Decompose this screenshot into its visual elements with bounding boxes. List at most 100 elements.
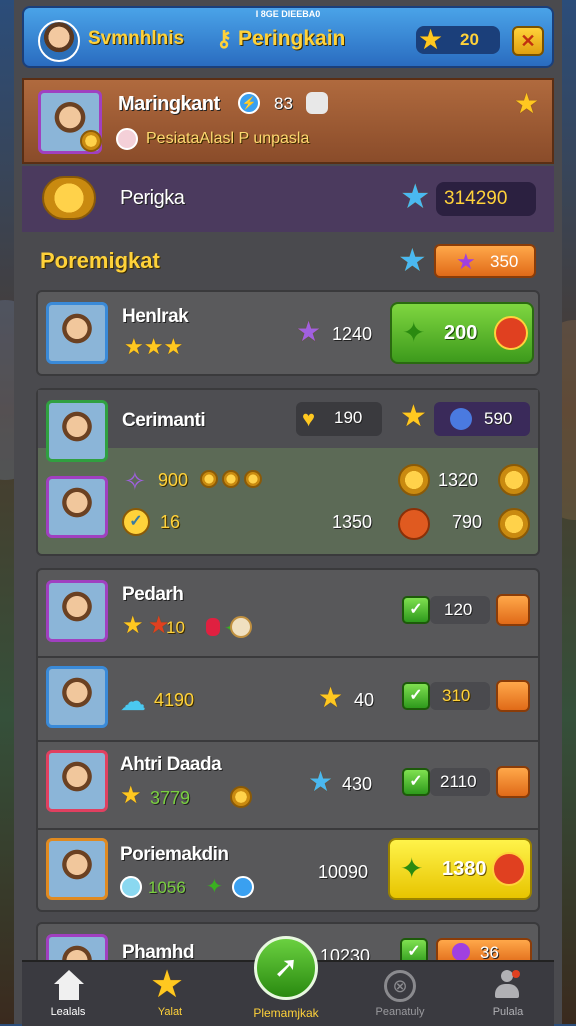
row-star-value: 40 — [354, 690, 375, 710]
coin-icon — [230, 786, 252, 808]
favorite-star-icon[interactable]: ★ — [514, 90, 539, 118]
summary-value-box: 314290 — [436, 182, 536, 216]
star-counter: ★ 20 — [416, 26, 500, 54]
sword-icon: ✧ — [124, 466, 146, 496]
gold-star-icon: ★ — [122, 612, 144, 639]
summary-star-icon: ★ — [400, 178, 431, 216]
check-icon: ✓ — [402, 596, 430, 624]
player-name: Svmnhlnis — [88, 28, 185, 49]
leaf-icon[interactable]: ➚ — [254, 936, 318, 1000]
row-name: Ahtri Daada — [120, 754, 222, 775]
row-value: 310 — [442, 686, 471, 705]
compass-icon — [230, 616, 252, 638]
profile-coin-icon — [80, 130, 102, 152]
sub-mid-value: 1350 — [332, 512, 373, 532]
heart-icon: ♥ — [302, 406, 316, 431]
compass-icon — [232, 876, 254, 898]
gold-star-icon: ★ — [318, 682, 344, 713]
row-portrait — [46, 400, 108, 462]
profile-icon[interactable] — [492, 970, 522, 1000]
row-value: 2110 — [440, 772, 477, 791]
row-value: 120 — [444, 600, 473, 619]
summary-creature-icon — [42, 176, 96, 220]
home-icon[interactable] — [52, 970, 86, 1000]
badge-icon[interactable]: ⊗ — [384, 970, 416, 1002]
row-portrait — [46, 302, 108, 364]
blue-star-icon: ★ — [308, 766, 334, 797]
claim-button-label: 200 — [444, 322, 478, 344]
list-item-expanded[interactable]: Cerimanti ♥ 190 ★ 590 ✧ 900 1320 ✓ 16 13… — [36, 388, 540, 556]
sub-left-value: 16 — [160, 512, 181, 532]
gold-star-icon: ★ — [120, 782, 142, 809]
cloud-icon: ☁ — [120, 686, 146, 716]
claim-button[interactable]: ✦ 200 — [390, 302, 534, 364]
diamond-icon: ⚡ — [238, 92, 260, 114]
gold-star-icon: ★ — [400, 400, 427, 433]
row-portrait — [46, 838, 108, 900]
row-left-value: 3779 — [150, 788, 191, 808]
sub-right-value: 1320 — [438, 470, 479, 490]
sub-portrait — [46, 476, 108, 538]
sub-left-value: 900 — [158, 470, 189, 490]
leaf-icon: ✦ — [400, 853, 424, 884]
shield-icon — [494, 316, 528, 350]
value-box: 120 — [430, 596, 490, 624]
gem-icon — [206, 618, 220, 636]
gem-icon — [452, 943, 470, 961]
section-value-box[interactable]: ★ 350 — [434, 244, 536, 278]
action-button[interactable] — [496, 766, 530, 798]
row-name: Henlrak — [122, 306, 189, 327]
claim-button-label: 1380 — [442, 858, 487, 880]
nav-label-badge[interactable]: Peanatuly — [350, 1006, 450, 1018]
key-icon: ⚷ — [216, 26, 233, 51]
star-icon[interactable]: ★ — [150, 966, 184, 1004]
bottle-icon — [120, 876, 142, 898]
nav-label-leaf[interactable]: Plemamjkak — [236, 1006, 336, 1020]
check-icon: ✓ — [402, 682, 430, 710]
list-item[interactable]: ☁ 4190 ★ 40 ✓ 310 — [36, 656, 540, 740]
purple-star-icon: ★ — [296, 316, 322, 347]
nav-label-profile[interactable]: Pulala — [458, 1006, 558, 1018]
list-item[interactable]: Pedarh ★ ★ 10 ✦ ✓ 120 — [36, 568, 540, 654]
action-button[interactable] — [496, 680, 530, 712]
summary-value: 314290 — [444, 188, 508, 209]
value-box: 2110 — [430, 768, 490, 796]
row-portrait — [46, 750, 108, 812]
row-inline-value: 10 — [166, 618, 185, 637]
bottom-nav: Lealals ★ Yalat ➚ Plemamjkak ⊗ Peanatuly… — [22, 936, 554, 1026]
heart-value-box: ♥ 190 — [296, 402, 382, 436]
top-bar: I 8GE DIEEBA0 Svmnhlnis ⚷ Peringkain ★ 2… — [22, 6, 554, 68]
medal-icon — [498, 508, 530, 540]
top-bar-tiny-label: I 8GE DIEEBA0 — [255, 9, 321, 19]
section-star-icon-purple: ★ — [456, 249, 476, 274]
nav-label-star[interactable]: Yalat — [120, 1006, 220, 1018]
list-item[interactable]: Ahtri Daada ★ 3779 ★ 430 ✓ 2110 — [36, 740, 540, 828]
profile-subtitle: PesiataAlasl P unpasla — [146, 130, 310, 147]
page-title: Peringkain — [238, 27, 346, 50]
heart-value: 190 — [334, 408, 363, 427]
profile-name: Maringkant — [118, 93, 220, 115]
coin-icon — [200, 470, 218, 488]
action-button[interactable] — [496, 594, 530, 626]
list-item[interactable]: Henlrak ★★★ ★ 1240 ✦ 200 — [36, 290, 540, 376]
row-left-value: 4190 — [154, 690, 195, 710]
shield-icon — [492, 852, 526, 886]
ghost-icon — [306, 92, 328, 114]
rank-star-icon: ★★★ — [124, 334, 184, 359]
row-portrait — [46, 666, 108, 728]
section-title: Poremigkat — [40, 248, 160, 273]
profile-level: 83 — [274, 94, 293, 113]
close-button[interactable]: ✕ — [512, 26, 544, 56]
player-avatar[interactable] — [38, 20, 80, 62]
check-icon: ✓ — [402, 768, 430, 796]
red-badge-icon — [398, 508, 430, 540]
star-icon: ★ — [418, 24, 444, 55]
checkmark-icon: ✓ — [122, 508, 150, 536]
profile-banner: Maringkant ⚡ 83 PesiataAlasl P unpasla ★ — [22, 78, 554, 164]
claim-button[interactable]: ✦ 1380 — [388, 838, 532, 900]
row-left-value: 1056 — [148, 878, 186, 897]
list-item[interactable]: Poriemakdin 1056 ✦ 10090 ✦ 1380 — [36, 828, 540, 914]
row-name: Poriemakdin — [120, 844, 229, 865]
row-name: Pedarh — [122, 584, 184, 605]
nav-label-home[interactable]: Lealals — [18, 1006, 118, 1018]
